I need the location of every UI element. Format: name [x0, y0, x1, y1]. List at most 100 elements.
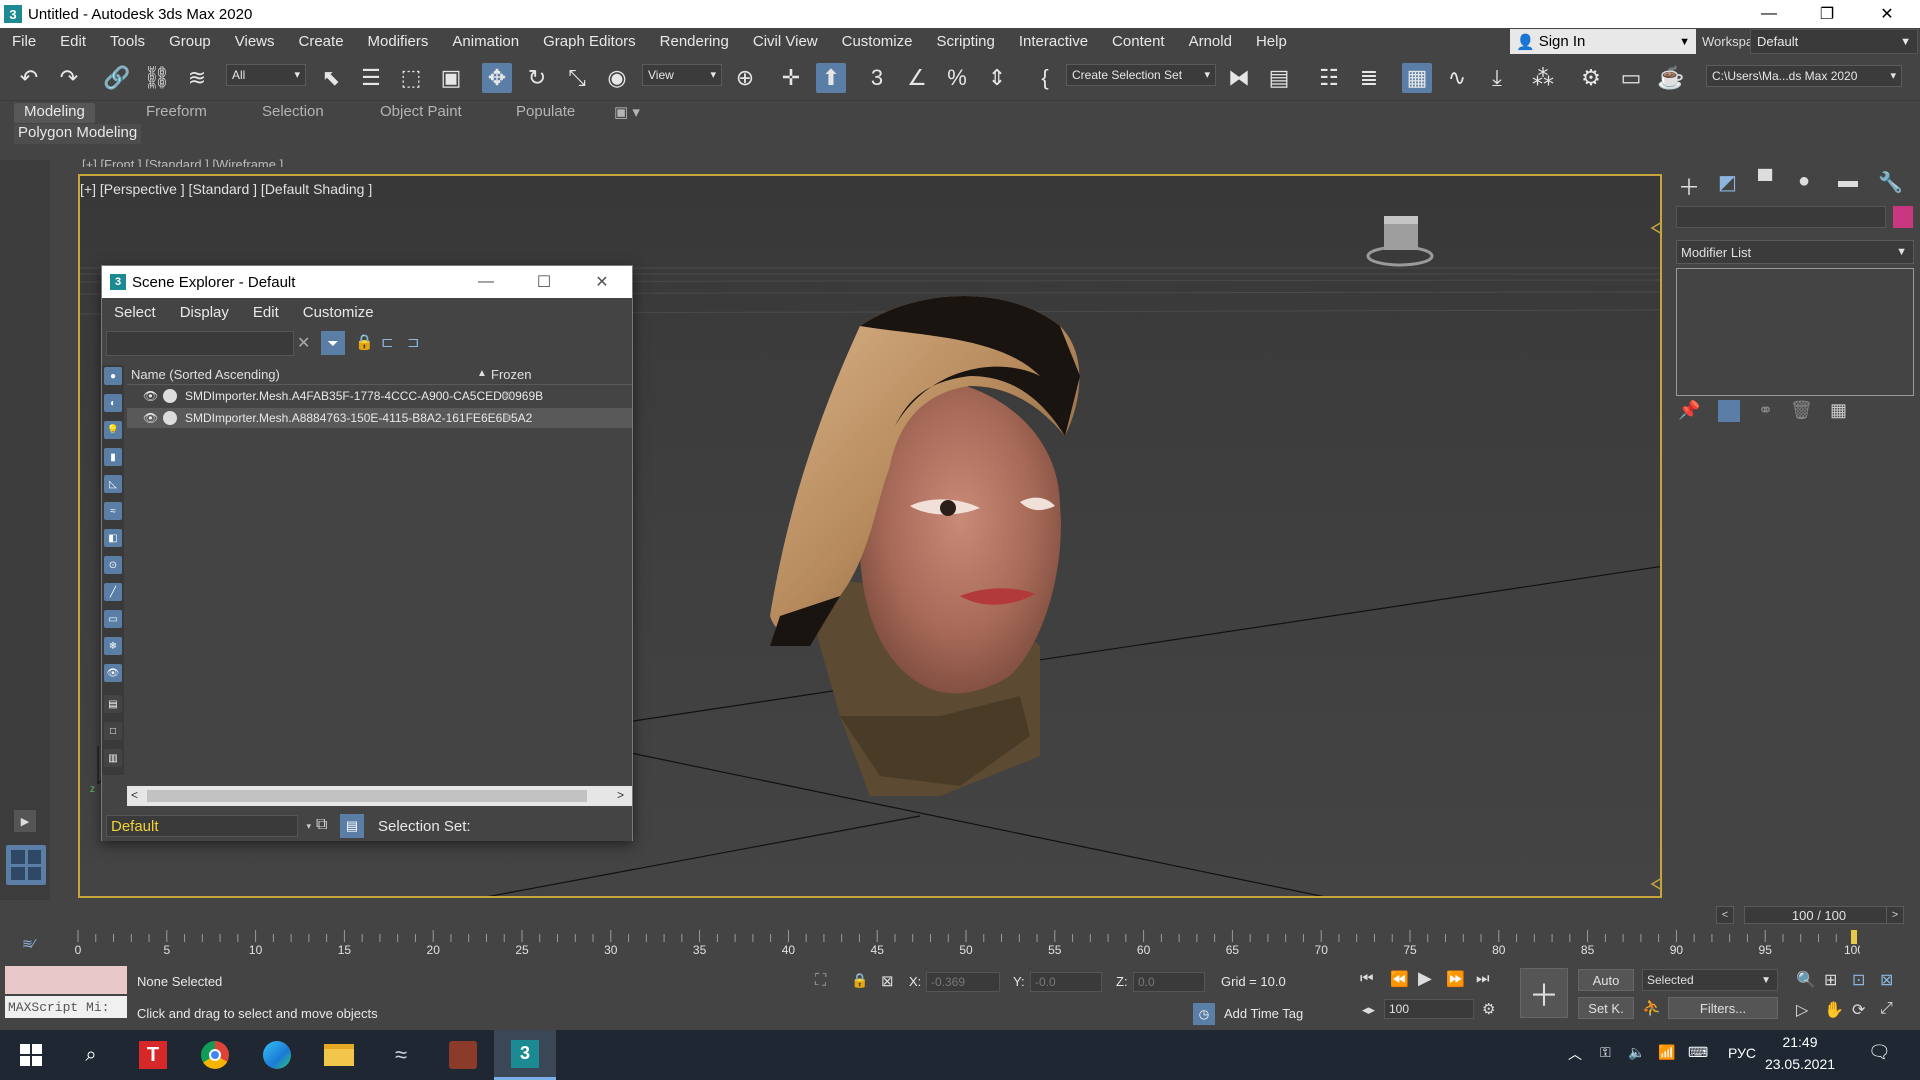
play-icon[interactable]: ▶	[1418, 968, 1432, 989]
menu-edit[interactable]: Edit	[48, 33, 98, 50]
reference-coordinate-dropdown[interactable]: View	[642, 64, 722, 86]
field-of-view-icon[interactable]: ▷	[1796, 1000, 1808, 1020]
app-icon-wave[interactable]: ≈	[370, 1030, 432, 1080]
expand-layout-icon[interactable]: ▶	[14, 810, 36, 832]
maxscript-input[interactable]: MAXScript Mi:	[5, 996, 127, 1018]
display-all-icon[interactable]: ▤	[104, 695, 122, 713]
ribbon-tab-modeling[interactable]: Modeling	[14, 103, 95, 123]
unlink-icon[interactable]: ⛓	[142, 63, 172, 93]
edge-icon[interactable]	[246, 1030, 308, 1080]
curve-editor-mini-icon[interactable]: ≋∕	[22, 936, 35, 952]
menu-interactive[interactable]: Interactive	[1007, 33, 1100, 50]
current-frame-field[interactable]: 100	[1384, 999, 1474, 1019]
workspaces-dropdown[interactable]: Default ▼	[1750, 29, 1918, 54]
selection-set-icon[interactable]: ▤	[340, 814, 364, 838]
viewport-layout-icon[interactable]	[6, 845, 46, 885]
go-to-start-icon[interactable]: ⏮	[1360, 970, 1374, 987]
set-key-button[interactable]: Set K.	[1578, 997, 1634, 1019]
scroll-thumb[interactable]	[147, 790, 587, 802]
menu-tools[interactable]: Tools	[98, 33, 157, 50]
visibility-eye-icon[interactable]: 👁	[143, 389, 163, 403]
modifier-list-dropdown[interactable]: Modifier List ▼	[1676, 240, 1914, 264]
render-setup-icon[interactable]: ⚙	[1576, 63, 1606, 93]
layer-explorer-icon[interactable]: ≣	[1354, 63, 1384, 93]
visibility-eye-icon[interactable]: 👁	[143, 411, 163, 425]
tray-chevron-icon[interactable]: ︿	[1568, 1044, 1582, 1064]
rendered-frame-window-icon[interactable]: ▭	[1616, 63, 1646, 93]
se-menu-edit[interactable]: Edit	[241, 304, 291, 321]
zoom-extents-all-icon[interactable]: ⊠	[1880, 970, 1893, 990]
add-time-tag[interactable]: Add Time Tag	[1224, 1006, 1303, 1021]
time-configuration-icon[interactable]: ⚙	[1482, 1000, 1495, 1018]
se-horizontal-scrollbar[interactable]: < >	[127, 786, 632, 806]
hidden-filter-icon[interactable]: 👁	[104, 664, 122, 682]
orbit-icon[interactable]: ⟳	[1852, 1000, 1865, 1020]
frozen-snowflake-icon[interactable]: ❄	[503, 389, 513, 403]
select-and-rotate-icon[interactable]: ↻	[522, 63, 552, 93]
create-tab-icon[interactable]: ＋	[1678, 170, 1700, 202]
motion-tab-icon[interactable]: ●	[1798, 170, 1810, 193]
lights-filter-icon[interactable]: 💡	[104, 421, 122, 439]
menu-scripting[interactable]: Scripting	[924, 33, 1006, 50]
set-key-big-icon[interactable]: ＋	[1520, 968, 1568, 1018]
pin-stack-icon[interactable]: 📌	[1678, 400, 1700, 421]
modify-tab-icon[interactable]: ◩	[1718, 170, 1737, 195]
zoom-all-icon[interactable]: ⊞	[1824, 970, 1837, 990]
hierarchy-sort-icon[interactable]: ⊏	[381, 333, 394, 351]
window-crossing-icon[interactable]: ▣	[436, 63, 466, 93]
input-language[interactable]: РУС	[1728, 1045, 1756, 1061]
ribbon-tab-freeform[interactable]: Freeform	[146, 103, 207, 123]
scene-explorer-titlebar[interactable]: 3 Scene Explorer - Default — ☐ ✕	[102, 266, 632, 298]
cameras-filter-icon[interactable]: ▮	[104, 448, 122, 466]
select-by-name-icon[interactable]: ☰	[356, 63, 386, 93]
prev-frame-icon[interactable]: <	[1716, 906, 1734, 924]
perspective-viewport-label[interactable]: [+] [Perspective ] [Standard ] [Default …	[80, 181, 372, 197]
maxscript-listener[interactable]: MAXScript Mi:	[5, 966, 127, 1024]
clock-date[interactable]: 23.05.2021	[1760, 1056, 1840, 1072]
scene-explorer-toggle-icon[interactable]: ☷	[1314, 63, 1344, 93]
material-editor-icon[interactable]: ⁂	[1528, 63, 1558, 93]
zoom-extents-icon[interactable]: ⊡	[1852, 970, 1865, 990]
clear-search-icon[interactable]: ✕	[297, 333, 310, 353]
scene-list-row[interactable]: 👁 SMDImporter.Mesh.A8884763-150E-4115-B8…	[127, 408, 632, 428]
bind-space-warp-icon[interactable]: ≋	[182, 63, 212, 93]
ribbon-toggle-icon[interactable]: ▦	[1402, 63, 1432, 93]
se-search-input[interactable]	[106, 331, 294, 356]
helpers-filter-icon[interactable]: ◺	[104, 475, 122, 493]
menu-file[interactable]: File	[0, 33, 48, 50]
shapes-filter-icon[interactable]: ◐	[104, 394, 122, 412]
menu-modifiers[interactable]: Modifiers	[356, 33, 441, 50]
make-unique-icon[interactable]: ⚭	[1758, 400, 1773, 421]
filter-icon[interactable]: ⏷	[321, 331, 345, 355]
pivot-center-icon[interactable]: ⊕	[730, 63, 760, 93]
named-selection-dropdown[interactable]: Create Selection Set	[1066, 64, 1216, 86]
menu-graph-editors[interactable]: Graph Editors	[531, 33, 648, 50]
column-frozen-header[interactable]: Frozen	[491, 367, 531, 382]
containers-filter-icon[interactable]: ▭	[104, 610, 122, 628]
se-menu-select[interactable]: Select	[102, 304, 168, 321]
menu-views[interactable]: Views	[223, 33, 287, 50]
select-and-move-icon[interactable]: ✥	[482, 63, 512, 93]
keyboard-shortcut-override-icon[interactable]: ✛	[776, 63, 806, 93]
angle-snap-icon[interactable]: ∠	[902, 63, 932, 93]
select-and-place-icon[interactable]: ◉	[602, 63, 632, 93]
ribbon-tab-object-paint[interactable]: Object Paint	[380, 103, 462, 123]
zoom-icon[interactable]: 🔍	[1796, 970, 1816, 990]
time-slider[interactable]: 100 / 100	[1744, 906, 1894, 924]
percent-snap-icon[interactable]: %	[942, 63, 972, 93]
time-tag-icon[interactable]: ◷	[1193, 1003, 1215, 1025]
3d-snap-icon[interactable]: 3	[862, 63, 892, 93]
keyboard-icon[interactable]: ⌨	[1688, 1044, 1708, 1061]
layer-sort-icon[interactable]: ⊐	[407, 333, 420, 351]
pan-view-icon[interactable]: ✋	[1824, 1000, 1844, 1020]
next-frame-play-icon[interactable]: ⏩	[1446, 970, 1465, 988]
auto-key-button[interactable]: Auto	[1578, 969, 1634, 991]
se-close-button[interactable]: ✕	[573, 266, 631, 298]
xrefs-filter-icon[interactable]: ⊙	[104, 556, 122, 574]
frozen-filter-icon[interactable]: ❄	[104, 637, 122, 655]
clock-time[interactable]: 21:49	[1760, 1034, 1840, 1050]
z-coordinate-field[interactable]: 0.0	[1133, 972, 1205, 992]
se-maximize-button[interactable]: ☐	[515, 266, 573, 298]
hierarchy-tab-icon[interactable]: ▀	[1758, 170, 1772, 193]
lock-icon[interactable]: 🔒	[355, 333, 374, 351]
